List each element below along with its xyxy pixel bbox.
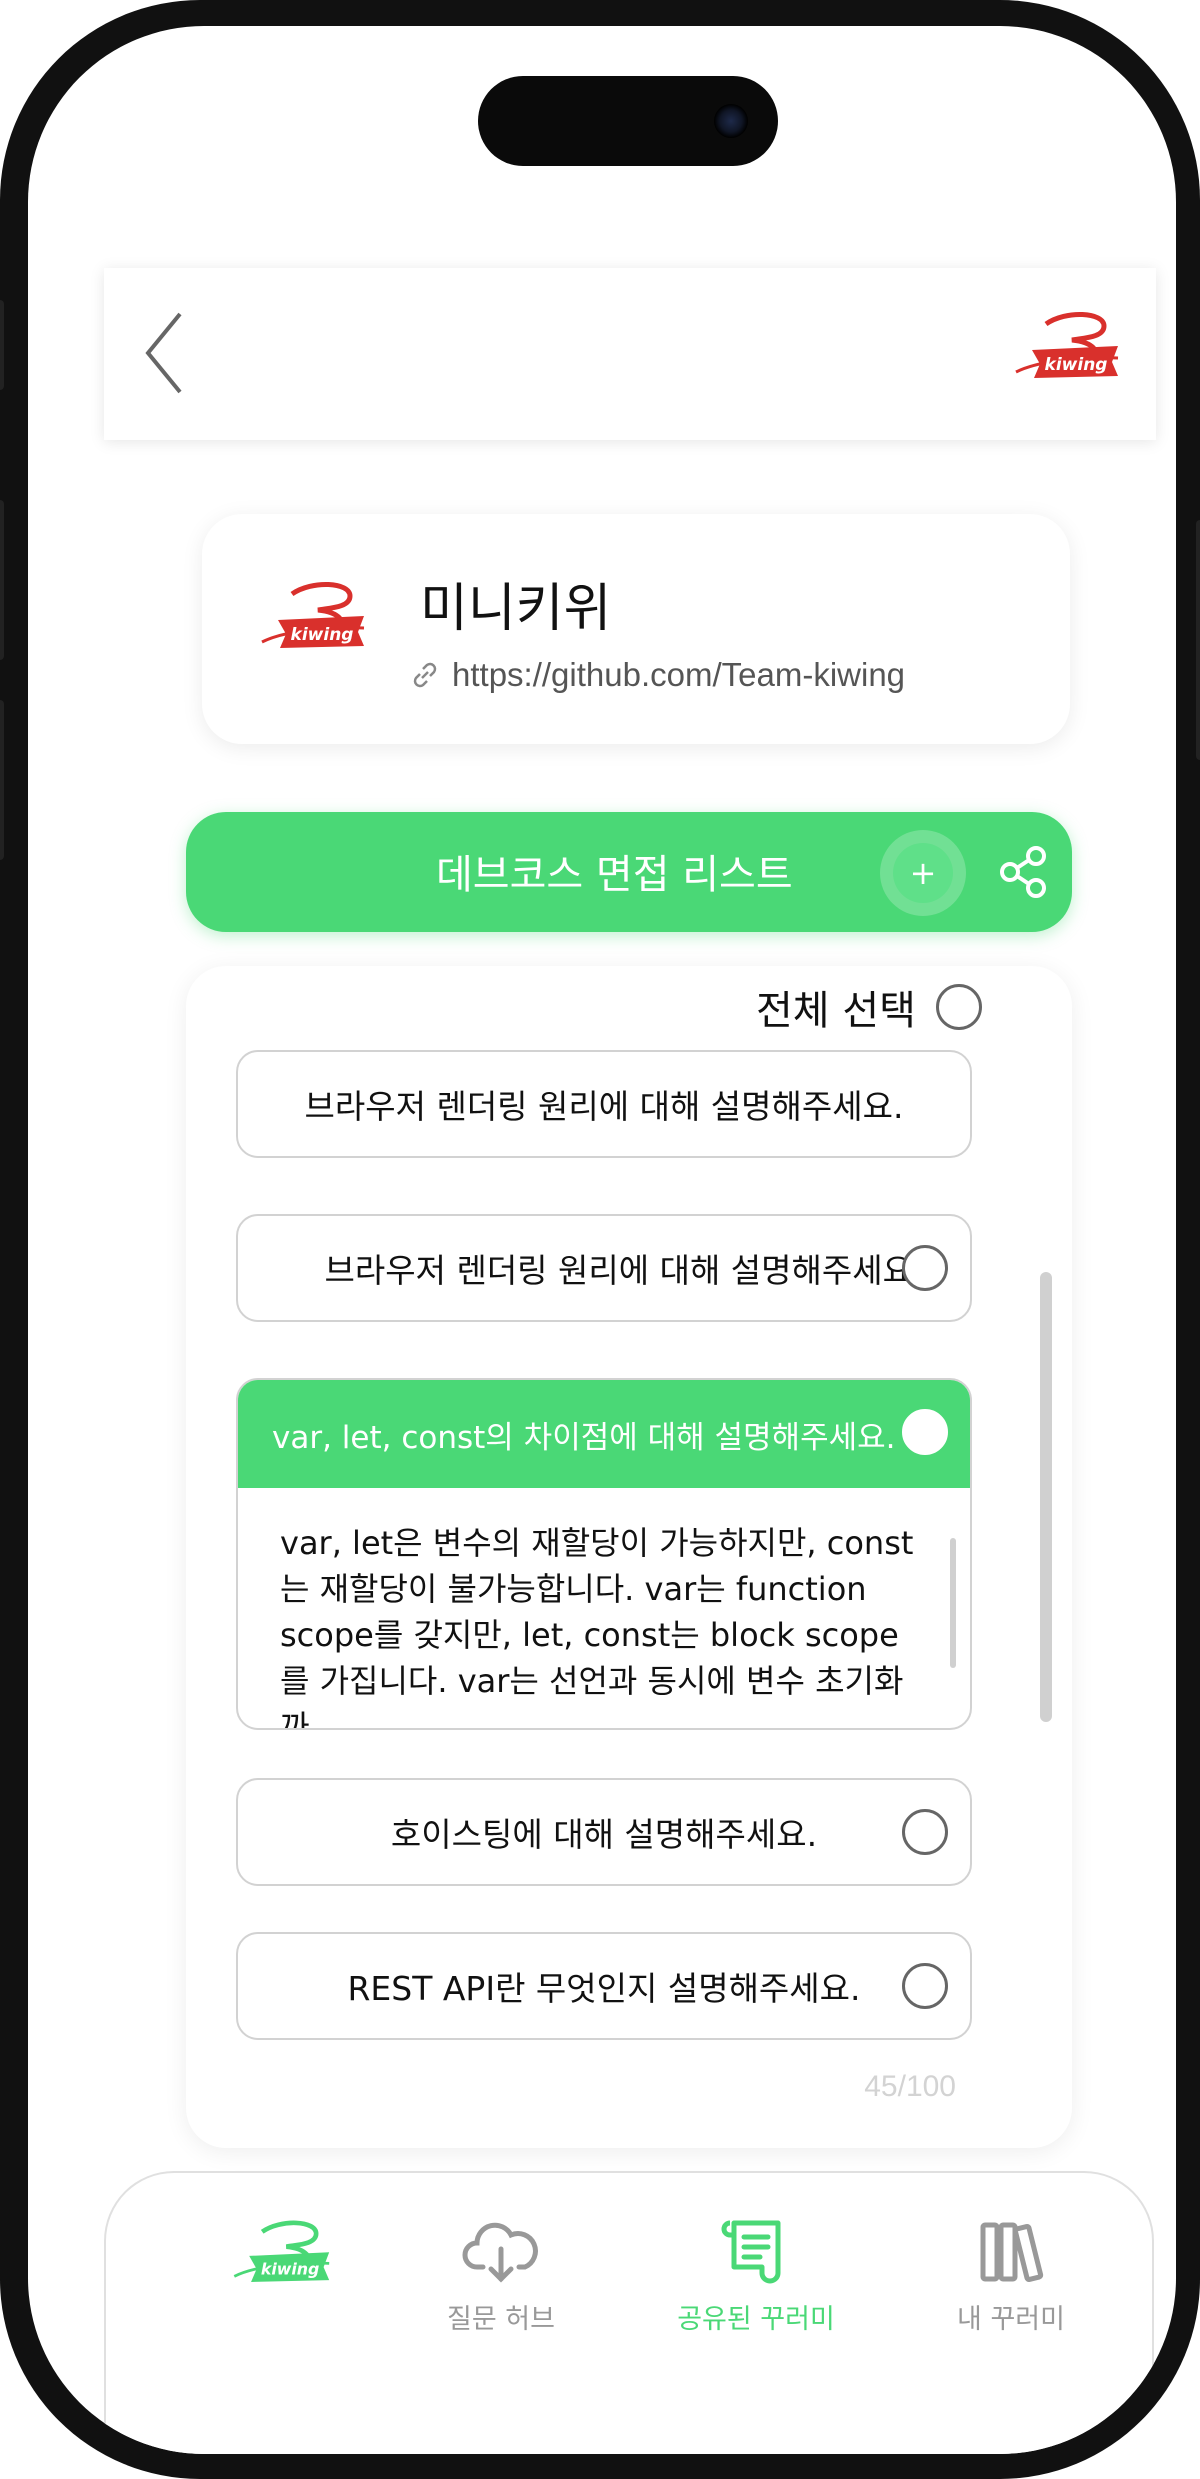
question-item-expanded[interactable]: var, let, const의 차이점에 대해 설명해주세요. var, le… <box>236 1378 972 1730</box>
question-radio[interactable] <box>902 1809 948 1855</box>
question-item[interactable]: 호이스팅에 대해 설명해주세요. <box>236 1778 972 1886</box>
profile-link[interactable]: https://github.com/Team-kiwing <box>408 656 905 694</box>
screen: kiwing kiwing 미니키위 https://github.com/Te… <box>28 26 1176 2454</box>
link-icon <box>413 662 437 688</box>
power-button <box>1196 520 1200 760</box>
list-header-bar: 데브코스 면접 리스트 + <box>186 812 1072 932</box>
select-all-label: 전체 선택 <box>756 988 916 1034</box>
nav-label: 내 꾸러미 <box>957 2304 1065 2335</box>
question-item[interactable]: 브라우저 렌더링 원리에 대해 설명해주세요. <box>236 1050 972 1158</box>
svg-text:kiwing: kiwing <box>1045 355 1108 375</box>
svg-text:kiwing: kiwing <box>261 2260 319 2279</box>
question-radio[interactable] <box>902 1963 948 2009</box>
svg-text:kiwing: kiwing <box>291 625 354 645</box>
share-icon[interactable] <box>996 844 1052 900</box>
question-counter: 45/100 <box>864 2070 956 2103</box>
profile-name: 미니키위 <box>420 579 612 639</box>
answer-scrollbar[interactable] <box>950 1538 956 1668</box>
phone-frame: kiwing kiwing 미니키위 https://github.com/Te… <box>0 0 1200 2479</box>
nav-home[interactable]: kiwing <box>196 2215 366 2345</box>
select-all[interactable]: 전체 선택 <box>756 978 982 1036</box>
scroll-icon <box>721 2220 781 2284</box>
kiwing-logo[interactable]: kiwing <box>1006 306 1126 392</box>
top-header: kiwing <box>104 268 1156 440</box>
question-item[interactable]: REST API란 무엇인지 설명해주세요. <box>236 1932 972 2040</box>
nav-label: 공유된 꾸러미 <box>677 2304 835 2335</box>
books-icon <box>980 2222 1044 2282</box>
kiwing-logo: kiwing <box>261 581 365 648</box>
question-header[interactable]: var, let, const의 차이점에 대해 설명해주세요. <box>238 1380 970 1488</box>
nav-label: 질문 허브 <box>447 2304 555 2335</box>
nav-question-hub[interactable]: 질문 허브 <box>416 2215 586 2345</box>
side-button <box>0 700 4 860</box>
list-title: 데브코스 면접 리스트 <box>436 852 793 898</box>
question-text: 브라우저 렌더링 원리에 대해 설명해주세요. <box>304 1087 904 1126</box>
kiwing-home-icon: kiwing <box>233 2220 330 2282</box>
nav-shared-bundle[interactable]: 공유된 꾸러미 <box>671 2215 841 2345</box>
nav-my-bundle[interactable]: 내 꾸러미 <box>926 2215 1096 2345</box>
question-panel: 전체 선택 브라우저 렌더링 원리에 대해 설명해주세요. 브라우저 렌더링 원… <box>186 966 1072 2148</box>
select-all-radio[interactable] <box>935 984 982 1030</box>
profile-card: kiwing 미니키위 https://github.com/Team-kiwi… <box>202 514 1070 744</box>
side-button <box>0 300 4 390</box>
cloud-download-icon <box>462 2222 538 2283</box>
profile-link-text[interactable]: https://github.com/Team-kiwing <box>452 656 905 694</box>
question-radio[interactable] <box>902 1245 948 1291</box>
back-arrow-icon[interactable] <box>134 308 194 398</box>
add-button[interactable]: + <box>880 830 966 916</box>
question-text: 호이스팅에 대해 설명해주세요. <box>390 1815 818 1854</box>
camera-icon <box>714 104 748 138</box>
plus-icon: + <box>893 843 953 903</box>
panel-scrollbar[interactable] <box>1040 1272 1052 1722</box>
answer-text: var, let은 변수의 재할당이 가능하지만, const는 재할당이 불가… <box>280 1524 914 1730</box>
dynamic-island <box>478 76 778 166</box>
side-button <box>0 500 4 660</box>
question-text: var, let, const의 차이점에 대해 설명해주세요. <box>272 1419 896 1456</box>
bottom-nav: kiwing 질문 허브 공유된 꾸러미 내 꾸러미 <box>104 2171 1154 2454</box>
question-text: 브라우저 렌더링 원리에 대해 설명해주세요. <box>324 1251 924 1290</box>
question-item[interactable]: 브라우저 렌더링 원리에 대해 설명해주세요. <box>236 1214 972 1322</box>
question-text: REST API란 무엇인지 설명해주세요. <box>347 1969 861 2008</box>
question-radio[interactable] <box>902 1409 948 1455</box>
